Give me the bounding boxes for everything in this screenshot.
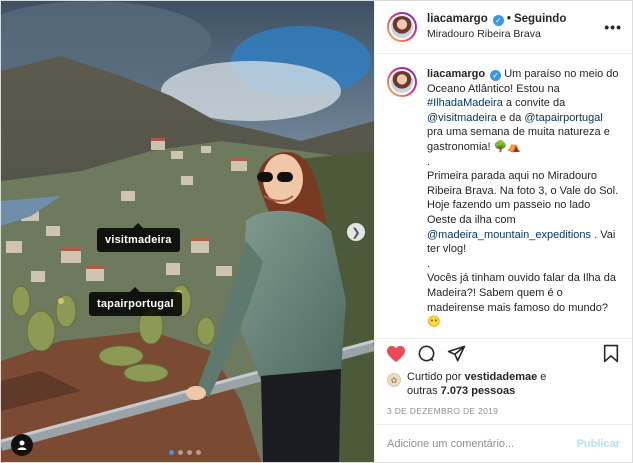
caption-separator: . — [427, 257, 431, 270]
share-button[interactable] — [445, 343, 467, 365]
caption-separator: . — [427, 330, 431, 338]
following-button[interactable]: Seguindo — [514, 13, 566, 25]
caption-text: liacamargo ✓ Um paraíso no meio do Ocean… — [427, 67, 619, 338]
follow-separator: • — [506, 13, 511, 25]
heart-icon — [387, 345, 405, 362]
bookmark-icon — [603, 344, 619, 363]
post-header: liacamargo ✓ • Seguindo Miradouro Ribeir… — [375, 1, 632, 54]
carousel-dot — [178, 450, 183, 455]
caption-username[interactable]: liacamargo — [427, 68, 485, 80]
verified-badge-icon: ✓ — [492, 15, 504, 26]
caption-text-part: a convite da — [502, 97, 566, 110]
caption-text-part: pra uma semana de muita natureza e gastr… — [427, 126, 610, 153]
likes-middle: outras — [407, 384, 441, 397]
post-location[interactable]: Miradouro Ribeira Brava — [427, 27, 604, 42]
author-info: liacamargo ✓ • Seguindo Miradouro Ribeir… — [427, 12, 604, 42]
likes-summary: ✿ Curtido por vestidademae e outras 7.07… — [375, 368, 632, 402]
comment-input[interactable] — [387, 437, 577, 450]
likes-prefix: Curtido por — [407, 371, 465, 383]
post-date[interactable]: 3 DE DEZEMBRO DE 2019 — [375, 402, 632, 424]
like-button[interactable] — [385, 343, 407, 365]
instagram-post: visitmadeira tapairportugal ❯ liacamargo — [0, 0, 633, 463]
caption-text-part: Primeira parada aqui no Miradouro Ribeir… — [427, 170, 619, 226]
caption-author-avatar[interactable] — [387, 67, 417, 97]
post-caption: liacamargo ✓ Um paraíso no meio do Ocean… — [375, 54, 632, 338]
more-options-icon[interactable]: ••• — [604, 19, 622, 35]
carousel-next-button[interactable]: ❯ — [347, 223, 365, 241]
carousel-dot — [196, 450, 201, 455]
author-avatar[interactable] — [387, 12, 417, 42]
photo-tag-tapairportugal[interactable]: tapairportugal — [89, 287, 182, 316]
mention-link[interactable]: @tapairportugal — [524, 112, 602, 124]
caption-paragraph: Vocês já tinham ouvido falar da Ilha da … — [427, 272, 616, 329]
author-username[interactable]: liacamargo — [427, 13, 488, 25]
caption-text-part: e da — [496, 111, 525, 124]
mention-link[interactable]: @madeira_mountain_expeditions — [427, 229, 591, 241]
post-actions — [375, 338, 632, 368]
photo-tag-visitmadeira[interactable]: visitmadeira — [97, 223, 180, 252]
likes-text: Curtido por vestidademae e outras 7.073 … — [407, 371, 547, 397]
likes-count-link[interactable]: 7.073 pessoas — [441, 385, 516, 397]
publish-button[interactable]: Publicar — [577, 438, 620, 450]
add-comment-bar: Publicar — [375, 424, 632, 462]
post-photo[interactable]: visitmadeira tapairportugal ❯ — [1, 1, 374, 462]
mention-link[interactable]: @visitmadeira — [427, 112, 497, 124]
liker-username[interactable]: vestidademae — [464, 371, 537, 383]
comment-button[interactable] — [415, 343, 437, 365]
carousel-dot — [169, 450, 174, 455]
hashtag-link[interactable]: #IlhadaMadeira — [427, 97, 503, 109]
photo-scene — [1, 1, 374, 462]
chevron-right-icon: ❯ — [351, 226, 361, 239]
carousel-dot — [187, 450, 192, 455]
carousel-indicator — [169, 450, 201, 455]
verified-badge-icon: ✓ — [490, 70, 502, 81]
send-icon — [447, 345, 465, 362]
liker-avatar[interactable]: ✿ — [387, 373, 401, 387]
tagged-users-button[interactable] — [11, 434, 33, 456]
post-side-panel: liacamargo ✓ • Seguindo Miradouro Ribeir… — [374, 1, 632, 462]
user-icon — [17, 440, 27, 450]
save-button[interactable] — [600, 343, 622, 365]
comment-icon — [418, 345, 434, 362]
caption-separator: . — [427, 155, 431, 168]
